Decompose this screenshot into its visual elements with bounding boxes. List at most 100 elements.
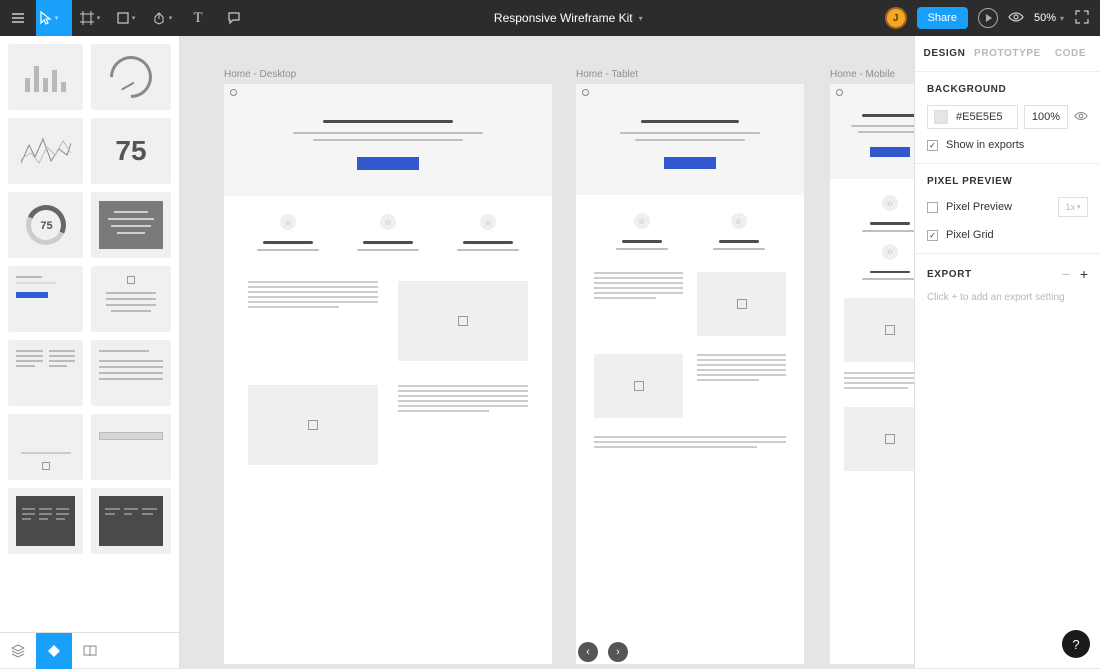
toolbar-left: ▾ ▾ ▾ ▾ T <box>0 0 252 36</box>
comment-tool-button[interactable] <box>216 0 252 36</box>
chevron-down-icon: ▾ <box>55 14 59 22</box>
visibility-toggle-button[interactable] <box>1074 109 1088 126</box>
move-tool-button[interactable]: ▾ <box>36 0 72 36</box>
content-row <box>576 336 804 418</box>
text-placeholder <box>293 132 483 134</box>
image-placeholder <box>844 407 914 471</box>
inspector-tabs: DESIGN PROTOTYPE CODE <box>915 36 1100 72</box>
show-in-exports-row[interactable]: Show in exports <box>927 139 1088 151</box>
asset-two-column[interactable] <box>8 340 83 406</box>
features-row: ☆ ☆ <box>576 195 804 250</box>
text-block <box>594 272 683 336</box>
features-column: ☆ ☆ <box>830 179 914 280</box>
star-icon: ☆ <box>634 213 650 229</box>
text-block <box>594 436 786 448</box>
star-icon: ☆ <box>882 244 898 260</box>
asset-big-number[interactable]: 75 <box>91 118 171 184</box>
library-tab-button[interactable] <box>72 633 108 669</box>
frame-tablet[interactable]: ☆ ☆ <box>576 84 804 664</box>
assets-tab-button[interactable] <box>36 633 72 669</box>
asset-gauge[interactable] <box>91 44 171 110</box>
frame-label-tablet[interactable]: Home - Tablet <box>576 69 638 80</box>
present-button[interactable] <box>978 8 998 28</box>
image-placeholder <box>248 385 378 465</box>
help-button[interactable]: ? <box>1062 630 1090 658</box>
asset-sparkline[interactable] <box>8 118 83 184</box>
user-avatar[interactable]: J <box>885 7 907 29</box>
shape-tool-button[interactable]: ▾ <box>108 0 144 36</box>
frame-tool-button[interactable]: ▾ <box>72 0 108 36</box>
image-icon <box>885 325 895 335</box>
next-page-button[interactable]: › <box>608 642 628 662</box>
image-placeholder <box>697 272 786 336</box>
feature-item: ☆ <box>848 195 914 232</box>
feature-item: ☆ <box>848 244 914 281</box>
frame-desktop[interactable]: ☆ ☆ ☆ <box>224 84 552 664</box>
asset-bar-chart[interactable] <box>8 44 83 110</box>
asset-list[interactable] <box>91 340 171 406</box>
add-export-button[interactable]: + <box>1080 266 1088 282</box>
show-in-exports-checkbox[interactable] <box>927 140 938 151</box>
heading-placeholder <box>323 120 453 123</box>
canvas-area[interactable]: Home - Desktop ☆ ☆ ☆ Home - Tablet <box>180 36 914 668</box>
image-placeholder <box>594 354 683 418</box>
button-placeholder <box>664 157 716 169</box>
feature-item: ☆ <box>348 214 428 251</box>
heading-placeholder <box>862 114 914 117</box>
asset-dark-footer-a[interactable] <box>8 488 83 554</box>
text-placeholder <box>313 139 463 141</box>
share-button[interactable]: Share <box>917 7 968 29</box>
layers-tab-button[interactable] <box>0 633 36 669</box>
expand-ui-button[interactable] <box>1074 9 1090 28</box>
section-title: BACKGROUND <box>927 84 1088 95</box>
tab-prototype[interactable]: PROTOTYPE <box>974 36 1041 71</box>
chevron-down-icon: ▾ <box>97 14 101 22</box>
text-tool-button[interactable]: T <box>180 0 216 36</box>
frame-mobile[interactable]: ☆ ☆ <box>830 84 914 664</box>
pixel-preview-scale-select[interactable]: 1x▾ <box>1058 197 1088 217</box>
remove-export-button[interactable]: − <box>1062 266 1070 282</box>
section-title: PIXEL PREVIEW <box>927 176 1088 187</box>
content-row <box>576 418 804 448</box>
background-opacity-input[interactable]: 100% <box>1024 105 1068 129</box>
feature-item: ☆ <box>448 214 528 251</box>
pen-tool-button[interactable]: ▾ <box>144 0 180 36</box>
image-icon <box>737 299 747 309</box>
text-block <box>248 281 378 361</box>
tab-design[interactable]: DESIGN <box>915 36 974 71</box>
image-placeholder <box>844 298 914 362</box>
frame-label-desktop[interactable]: Home - Desktop <box>224 69 296 80</box>
asset-dark-footer-b[interactable] <box>91 488 171 554</box>
content-row <box>224 251 552 361</box>
asset-hero-cta[interactable] <box>8 266 83 332</box>
frame-label-mobile[interactable]: Home - Mobile <box>830 69 895 80</box>
menu-button[interactable] <box>0 0 36 36</box>
export-hint-text: Click + to add an export setting <box>927 292 1088 303</box>
color-swatch[interactable] <box>934 110 948 124</box>
title-text: Responsive Wireframe Kit <box>494 11 633 25</box>
pixel-grid-checkbox[interactable] <box>927 230 938 241</box>
document-title[interactable]: Responsive Wireframe Kit ▾ <box>252 11 885 25</box>
pixel-preview-checkbox[interactable] <box>927 202 938 213</box>
top-toolbar: ▾ ▾ ▾ ▾ T Responsive Wireframe Kit ▾ J S… <box>0 0 1100 36</box>
asset-text-image[interactable] <box>91 266 171 332</box>
view-settings-button[interactable] <box>1008 9 1024 28</box>
chevron-down-icon: ▾ <box>1060 14 1064 23</box>
tab-code[interactable]: CODE <box>1041 36 1100 71</box>
content-row <box>576 250 804 336</box>
background-hex-input[interactable]: #E5E5E5 <box>927 105 1018 129</box>
hero-section <box>224 84 552 196</box>
pixel-grid-row[interactable]: Pixel Grid <box>927 229 1088 241</box>
text-block <box>398 385 528 465</box>
pixel-preview-row[interactable]: Pixel Preview 1x▾ <box>927 197 1088 217</box>
asset-text-block[interactable] <box>91 192 171 258</box>
content-block <box>830 280 914 389</box>
hero-section <box>830 84 914 179</box>
zoom-menu-button[interactable]: 50% ▾ <box>1034 12 1064 24</box>
asset-donut-chart[interactable]: 75 <box>8 192 83 258</box>
asset-image-caption[interactable] <box>8 414 83 480</box>
play-icon <box>986 14 992 22</box>
prev-page-button[interactable]: ‹ <box>578 642 598 662</box>
button-placeholder <box>357 157 419 170</box>
asset-header-bar[interactable] <box>91 414 171 480</box>
